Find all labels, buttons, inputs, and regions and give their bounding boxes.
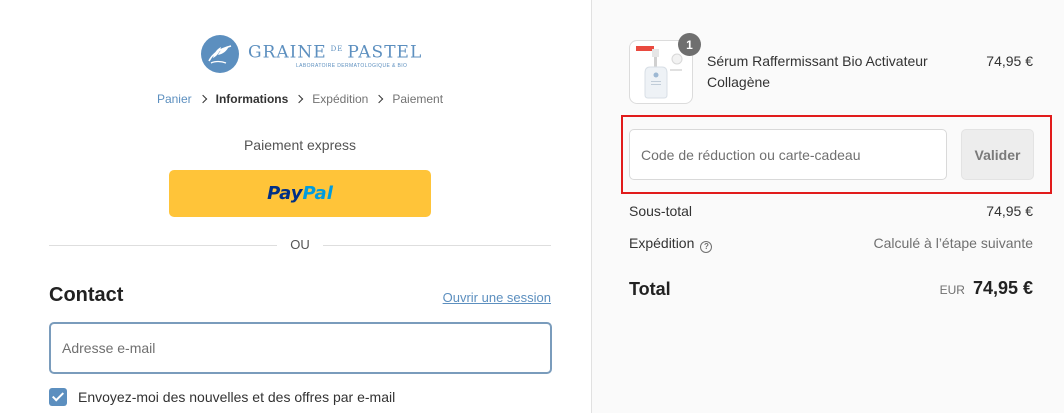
login-link[interactable]: Ouvrir une session [443, 290, 551, 305]
newsletter-checkbox[interactable] [49, 388, 67, 406]
breadcrumb-payment: Paiement [392, 92, 444, 106]
or-divider: OU [49, 237, 551, 253]
brand-name: GRAINE DE PASTEL [248, 42, 423, 63]
breadcrumb-information: Informations [215, 92, 289, 106]
breadcrumb: Panier Informations Expédition Paiement [0, 92, 600, 106]
total-value: 74,95 € [972, 278, 1033, 298]
shipping-label: Expédition [629, 235, 695, 251]
total-currency: EUR [939, 283, 965, 297]
shipping-value: Calculé à l’étape suivante [873, 235, 1033, 251]
divider-line-right [323, 245, 551, 246]
subtotal-value: 74,95 € [986, 203, 1033, 219]
apply-discount-button[interactable]: Valider [961, 129, 1034, 180]
brand-logo[interactable]: GRAINE DE PASTEL LABORATOIRE DERMATOLOGIQU… [200, 33, 422, 75]
breadcrumb-cart[interactable]: Panier [157, 92, 192, 106]
newsletter-option[interactable]: Envoyez-moi des nouvelles et des offres … [49, 388, 395, 406]
help-icon[interactable]: ? [700, 241, 713, 253]
leaf-logo-icon [201, 35, 239, 73]
brand-tagline: LABORATOIRE DERMATOLOGIQUE & BIO [296, 63, 408, 70]
product-price: 74,95 € [986, 53, 1033, 69]
shipping-row: Expédition? [629, 235, 713, 253]
product-name: Sérum Raffermissant Bio Activateur Colla… [707, 53, 928, 90]
subtotal-label: Sous-total [629, 203, 693, 219]
chevron-right-icon [295, 94, 304, 104]
email-field[interactable] [49, 322, 552, 374]
discount-code-input[interactable] [629, 129, 947, 180]
chevron-right-icon [375, 94, 384, 104]
breadcrumb-shipping: Expédition [312, 92, 369, 106]
paypal-button[interactable]: Pay Pal [169, 170, 431, 217]
total-label: Total [629, 279, 671, 299]
contact-heading: Contact [49, 284, 124, 306]
express-checkout-title: Paiement express [243, 137, 357, 153]
paypal-logo-part2: Pal [302, 183, 333, 204]
chevron-right-icon [198, 94, 207, 104]
paypal-logo-part1: Pay [267, 183, 303, 204]
newsletter-label: Envoyez-moi des nouvelles et des offres … [78, 389, 396, 405]
total-amount: EUR 74,95 € [940, 278, 1033, 299]
order-summary-panel: 1 Sérum Raffermissant Bio Activateur Col… [591, 0, 1064, 413]
checkout-main-panel: GRAINE DE PASTEL LABORATOIRE DERMATOLOGIQU… [0, 0, 591, 413]
quantity-badge: 1 [678, 33, 701, 56]
